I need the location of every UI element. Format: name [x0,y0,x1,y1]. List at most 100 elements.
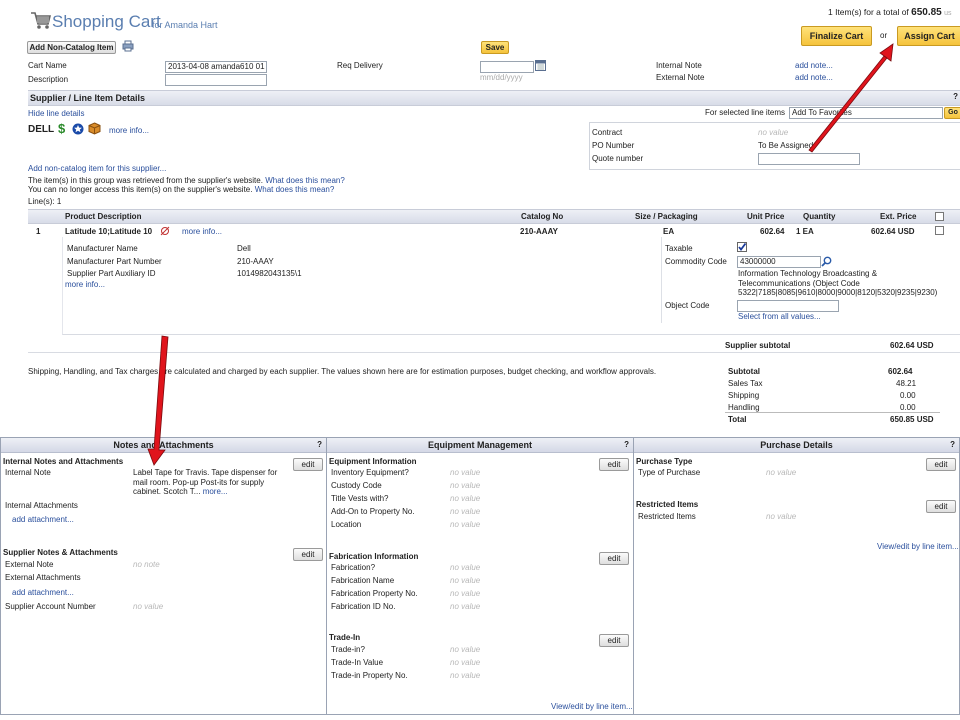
equipment-view-edit-link[interactable]: View/edit by line item... [551,702,633,711]
object-code-label: Object Code [665,301,710,310]
what-does-this-mean-link[interactable]: What does this mean? [265,176,345,185]
col-size-packaging[interactable]: Size / Packaging [635,212,698,221]
add-external-note-link[interactable]: add note... [795,73,833,82]
cart-owner: for Amanda Hart [152,20,218,30]
inventory-equipment-value: no value [450,468,481,477]
supplier-more-info-link[interactable]: more info... [109,126,149,135]
internal-notes-edit-button[interactable]: edit [293,458,323,471]
object-code-input[interactable] [737,300,839,312]
col-product-description[interactable]: Product Description [65,212,141,221]
sales-tax-value: 48.21 [896,379,917,388]
purchase-view-edit-link[interactable]: View/edit by line item... [877,542,959,551]
add-external-attachment-link[interactable]: add attachment... [12,588,74,597]
fabrication-label: Fabrication? [331,563,376,572]
purchase-help-icon[interactable]: ? [950,438,955,452]
handling-value: 0.00 [900,403,916,412]
or-text: or [880,31,888,40]
aux-id: 1014982043135\1 [237,269,302,278]
details-more-info-link[interactable]: more info... [65,280,105,289]
totals-rule [725,412,940,413]
total-value: 650.85 USD [890,415,934,424]
line-action-select[interactable]: Add To Favorites [789,107,943,119]
subtotal-value: 602.64 [888,367,913,376]
custody-code-label: Custody Code [331,481,382,490]
print-icon[interactable] [122,40,134,52]
col-catalog-no[interactable]: Catalog No [521,212,563,221]
mfr-name: Dell [237,244,251,253]
taxable-checkbox[interactable] [737,242,747,252]
contract-value: no value [758,128,789,137]
commodity-desc-1: Information Technology Broadcasting & [738,269,878,278]
req-delivery-input[interactable] [480,61,534,73]
trade-in-value-value: no value [450,658,481,667]
add-internal-attachment-link[interactable]: add attachment... [12,515,74,524]
row-checkbox[interactable] [935,226,944,235]
purchase-type-edit-button[interactable]: edit [926,458,956,471]
star-badge-icon [72,123,84,135]
internal-notes-heading: Internal Notes and Attachments [3,457,124,466]
purchase-type-heading: Purchase Type [636,457,693,466]
internal-note-more-link[interactable]: more... [203,487,228,496]
equipment-help-icon[interactable]: ? [624,438,629,452]
line-count: Line(s): 1 [28,197,62,206]
col-ext-price[interactable]: Ext. Price [880,212,916,221]
external-note-field-label: External Note [5,560,54,569]
equipment-edit-button[interactable]: edit [599,458,629,471]
internal-note-line-1: Label Tape for Travis. Tape dispenser fo… [133,468,278,477]
description-input[interactable] [165,74,267,86]
fabrication-property-label: Fabrication Property No. [331,589,418,598]
commodity-code-label: Commodity Code [665,257,727,266]
what-does-this-mean-link-2[interactable]: What does this mean? [255,185,335,194]
quantity[interactable]: 1 EA [796,227,814,236]
equipment-info-heading: Equipment Information [329,457,417,466]
assign-cart-button[interactable]: Assign Cart [897,26,960,46]
internal-note-label: Internal Note [5,468,51,477]
cart-name-input[interactable]: 2013-04-08 amanda610 01 [165,61,267,73]
save-button[interactable]: Save [481,41,509,54]
hide-line-details-link[interactable]: Hide line details [28,109,84,118]
product-description[interactable]: Latitude 10;Latitude 10 [65,227,152,236]
fabrication-property-value: no value [450,589,481,598]
cart-icon [31,12,51,29]
notes-help-icon[interactable]: ? [317,438,322,452]
select-all-values-link[interactable]: Select from all values... [738,312,821,321]
add-noncatalog-supplier-link[interactable]: Add non-catalog item for this supplier..… [28,164,166,173]
restricted-items-edit-button[interactable]: edit [926,500,956,513]
notes-panel-header: Notes and Attachments? [1,438,326,453]
help-icon[interactable]: ? [953,92,958,101]
equipment-panel: Equipment Management? Equipment Informat… [326,437,634,715]
external-note-label: External Note [656,73,705,82]
row-more-info-link[interactable]: more info... [182,227,222,236]
fabrication-name-value: no value [450,576,481,585]
mfr-name-label: Manufacturer Name [67,244,138,253]
taxable-label: Taxable [665,244,693,253]
col-unit-price[interactable]: Unit Price [747,212,784,221]
search-icon[interactable] [821,256,832,267]
fabrication-name-label: Fabrication Name [331,576,395,585]
trade-in-edit-button[interactable]: edit [599,634,629,647]
select-all-checkbox[interactable] [935,212,944,221]
commodity-desc-2: Telecommunications (Object Code [738,279,860,288]
quote-number-label: Quote number [592,154,644,163]
finalize-cart-button[interactable]: Finalize Cart [801,26,872,46]
divider [28,352,960,353]
supplier-section-title: Supplier / Line Item Details [30,93,146,103]
quote-number-input[interactable] [758,153,860,165]
add-non-catalog-item-button[interactable]: Add Non-Catalog Item [27,41,116,54]
fabrication-info-heading: Fabrication Information [329,552,419,561]
col-quantity[interactable]: Quantity [803,212,835,221]
go-button[interactable]: Go [944,107,960,119]
supplier-account-value: no value [133,602,164,611]
tax-shipping-note: Shipping, Handling, and Tax charges are … [28,367,657,376]
supplier-notice-2: You can no longer access this item(s) on… [28,185,335,194]
add-internal-note-link[interactable]: add note... [795,61,833,70]
calendar-icon[interactable] [535,60,546,71]
supplier-subtotal-label: Supplier subtotal [725,341,791,350]
fabrication-edit-button[interactable]: edit [599,552,629,565]
supplier-notes-edit-button[interactable]: edit [293,548,323,561]
req-delivery-label: Req Delivery [337,61,383,70]
location-value: no value [450,520,481,529]
trade-in-heading: Trade-In [329,633,361,642]
commodity-code-input[interactable]: 43000000 [737,256,821,268]
external-attachments-label: External Attachments [5,573,81,582]
